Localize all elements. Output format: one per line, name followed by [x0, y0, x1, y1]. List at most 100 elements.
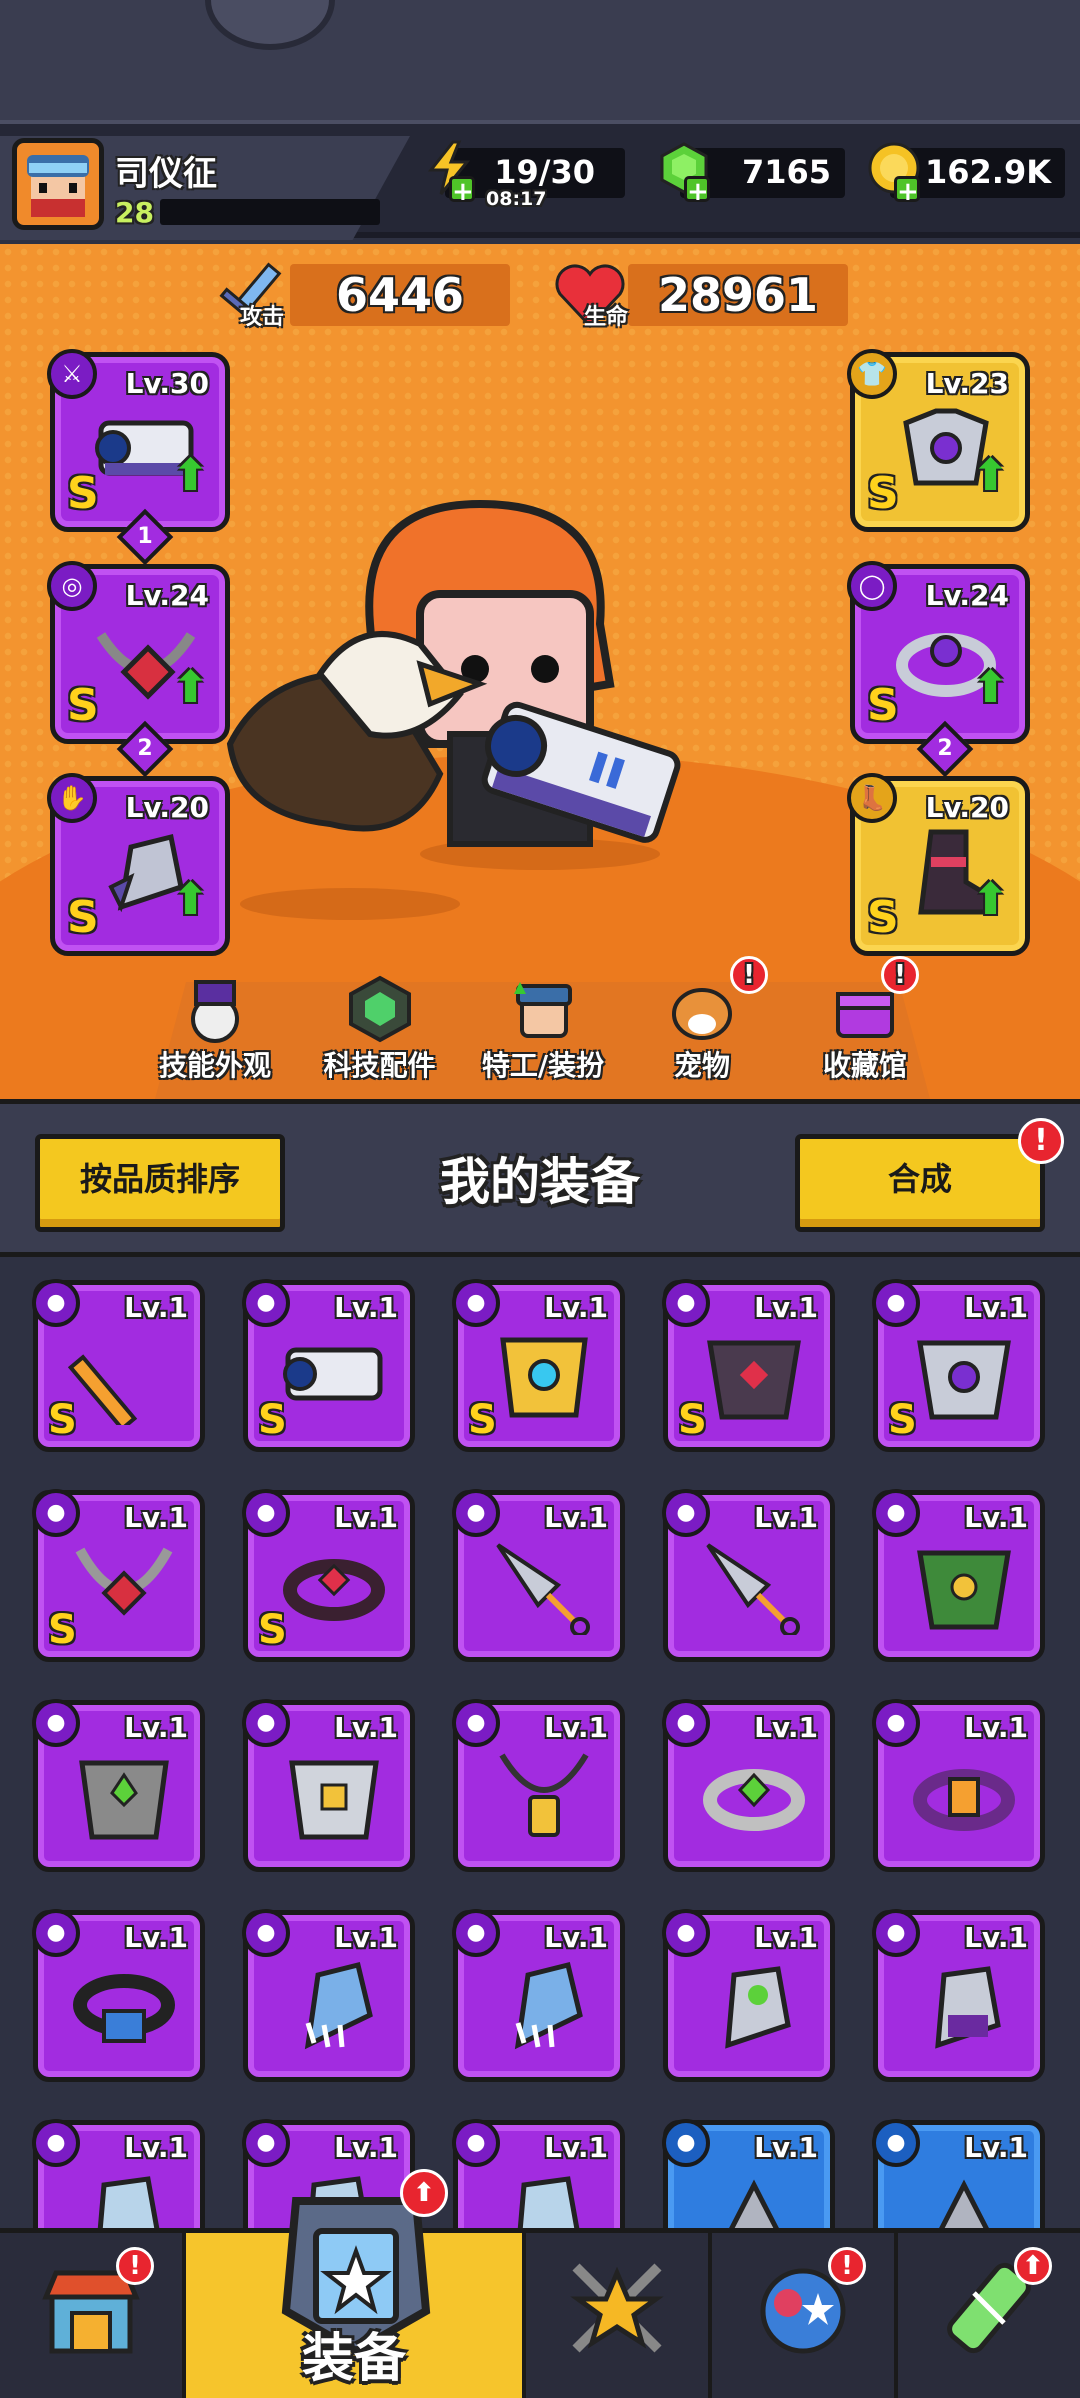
equipment-item[interactable]: ● Lv.1 [242, 1699, 415, 1872]
necklace-type-icon: ◎ [47, 561, 97, 611]
green-gauntlet-icon [725, 1966, 791, 2049]
equipment-item[interactable]: ● Lv.1 [452, 1909, 625, 2082]
item-level: Lv.1 [544, 1501, 608, 1534]
equipment-item[interactable]: ● Lv.1 [242, 1909, 415, 2082]
equipment-item[interactable]: ● Lv.1 [662, 1909, 835, 2082]
equipment-item[interactable]: ● Lv.1 [452, 1699, 625, 1872]
tab-lab[interactable]: ⬆ [898, 2233, 1080, 2398]
hp-label: 生命 [584, 305, 629, 330]
ice-gauntlet-icon [517, 2176, 580, 2230]
slot-level: Lv.30 [125, 367, 209, 400]
item-type-icon: ● [452, 1909, 500, 1957]
item-type-icon: ● [872, 2119, 920, 2167]
equip-slot-ring[interactable]: ◯ Lv.24 S ⬆ 2 [847, 561, 1030, 778]
ruby-ring-icon [283, 1559, 385, 1621]
add-gold-button[interactable]: + [894, 176, 920, 205]
equipment-item[interactable]: ● Lv.1 [872, 1909, 1045, 2082]
claw-glove-icon [514, 1961, 583, 2050]
add-gems-button[interactable]: + [684, 176, 710, 205]
item-level: Lv.1 [754, 1501, 818, 1534]
equipment-item[interactable]: ● Lv.1 S [242, 1489, 415, 1662]
equipment-item[interactable]: ● Lv.1 [452, 1489, 625, 1662]
purple-gauntlet-icon [935, 1966, 1001, 2049]
equipment-item[interactable]: ● Lv.1 [872, 1699, 1045, 1872]
tech-parts-button[interactable]: 科技配件 [312, 975, 447, 1084]
equipment-item[interactable]: ● Lv.1 [32, 1699, 205, 1872]
slot-grade: S [867, 468, 899, 519]
equip-slot-weapon[interactable]: ⚔ Lv.30 S ⬆ 1 [47, 349, 230, 566]
slot-level: Lv.24 [925, 579, 1009, 612]
equipment-item[interactable]: ● Lv.1 [872, 2119, 1045, 2230]
equipment-item[interactable]: ● Lv.1 [662, 1489, 835, 1662]
upgrade-arrow-icon: ⬆ [972, 874, 1009, 925]
star-ring-icon [73, 1974, 175, 2043]
equipment-item[interactable]: ● Lv.1 [452, 2119, 625, 2230]
item-type-icon: ● [662, 2119, 710, 2167]
equip-slot-armor[interactable]: 👕 Lv.23 S ⬆ [847, 349, 1030, 532]
slot-level: Lv.20 [925, 791, 1009, 824]
equipment-item[interactable]: ● Lv.1 [872, 1489, 1045, 1662]
claw-glove-icon [304, 1961, 373, 2050]
upgrade-arrow-icon: ⬆ [972, 662, 1009, 713]
tab-world[interactable]: ! [712, 2233, 898, 2398]
item-grade: S [468, 1397, 497, 1443]
tab-shop[interactable]: ! [0, 2233, 186, 2398]
item-type-icon: ● [662, 1699, 710, 1747]
gem-counter[interactable]: + 7165 [660, 142, 845, 205]
item-level: Lv.1 [124, 2131, 188, 2164]
agent-head-icon [514, 982, 572, 1038]
equipment-item[interactable]: ● Lv.1 [662, 2119, 835, 2230]
upgrade-arrow-icon: ⬆ [972, 450, 1009, 501]
green-armor-icon [917, 1550, 1011, 1630]
item-type-icon: ● [872, 1279, 920, 1327]
equipment-item[interactable]: ● Lv.1 [662, 1699, 835, 1872]
item-type-icon: ● [32, 1489, 80, 1537]
hp-stat: 28961 [628, 264, 848, 326]
item-level: Lv.1 [334, 2131, 398, 2164]
slot-grade: S [67, 892, 99, 943]
item-grade: S [678, 1397, 707, 1443]
blaster-icon [283, 1347, 383, 1401]
equipment-item[interactable]: ● Lv.1 [32, 1909, 205, 2082]
item-level: Lv.1 [334, 1711, 398, 1744]
equipment-item[interactable]: ● Lv.1 S [32, 1279, 205, 1452]
merge-button[interactable]: 合成 [795, 1134, 1045, 1232]
gold-counter[interactable]: + 162.9K [868, 142, 1065, 205]
hero-character[interactable] [210, 444, 730, 944]
equip-slot-gloves[interactable]: ✋ Lv.20 S ⬆ [47, 773, 230, 956]
equip-slot-necklace[interactable]: ◎ Lv.24 S ⬆ 2 [47, 561, 230, 778]
world-alert-icon: ! [828, 2247, 866, 2285]
skill-skin-button[interactable]: 技能外观 [150, 980, 280, 1084]
item-level: Lv.1 [334, 1291, 398, 1324]
equipment-item[interactable]: ● Lv.1 [32, 2119, 205, 2230]
top-strip [0, 0, 1080, 120]
pet-alert-icon: ! [730, 956, 768, 994]
item-grade: S [258, 1397, 287, 1443]
hexagon-chip-icon [348, 975, 411, 1043]
item-type-icon: ● [452, 1279, 500, 1327]
pet-button[interactable]: 宠物 ! [662, 956, 768, 1084]
tab-battle[interactable] [526, 2233, 712, 2398]
equipment-item[interactable]: ● Lv.1 S [452, 1279, 625, 1452]
equipment-item[interactable]: ● Lv.1 S [242, 1279, 415, 1452]
slot-grade: S [67, 468, 99, 519]
dark-armor-icon [707, 1340, 801, 1420]
item-type-icon: ● [32, 1909, 80, 1957]
add-energy-button[interactable]: + [449, 176, 475, 205]
equip-slot-boots[interactable]: 👢 Lv.20 S ⬆ [847, 773, 1030, 956]
equipment-grid: ● Lv.1 S ● Lv.1 S ● Lv.1 S ● Lv.1 S ● Lv.1 S ● Lv.1 S ● Lv.… [0, 1262, 1080, 2230]
gold-value: 162.9K [924, 153, 1051, 191]
energy-value: 19/30 [494, 153, 595, 191]
tab-equipment[interactable]: ⬆ 装备 [186, 2169, 526, 2398]
merge-alert-icon: ! [1018, 1118, 1064, 1164]
agent-outfit-button[interactable]: 特工/装扮 [468, 982, 618, 1084]
equipment-item[interactable]: ● Lv.1 S [32, 1489, 205, 1662]
player-name: 司仪征 [115, 154, 217, 194]
collection-button[interactable]: 收藏馆 ! [815, 956, 919, 1084]
equipment-bag-header: 按品质排序 我的装备 合成 ! [0, 1099, 1080, 1257]
event-button[interactable] [205, 0, 335, 50]
dog-icon [672, 988, 732, 1040]
equipment-item[interactable]: ● Lv.1 S [872, 1279, 1045, 1452]
equipment-item[interactable]: ● Lv.1 S [662, 1279, 835, 1452]
avatar[interactable] [12, 138, 104, 230]
